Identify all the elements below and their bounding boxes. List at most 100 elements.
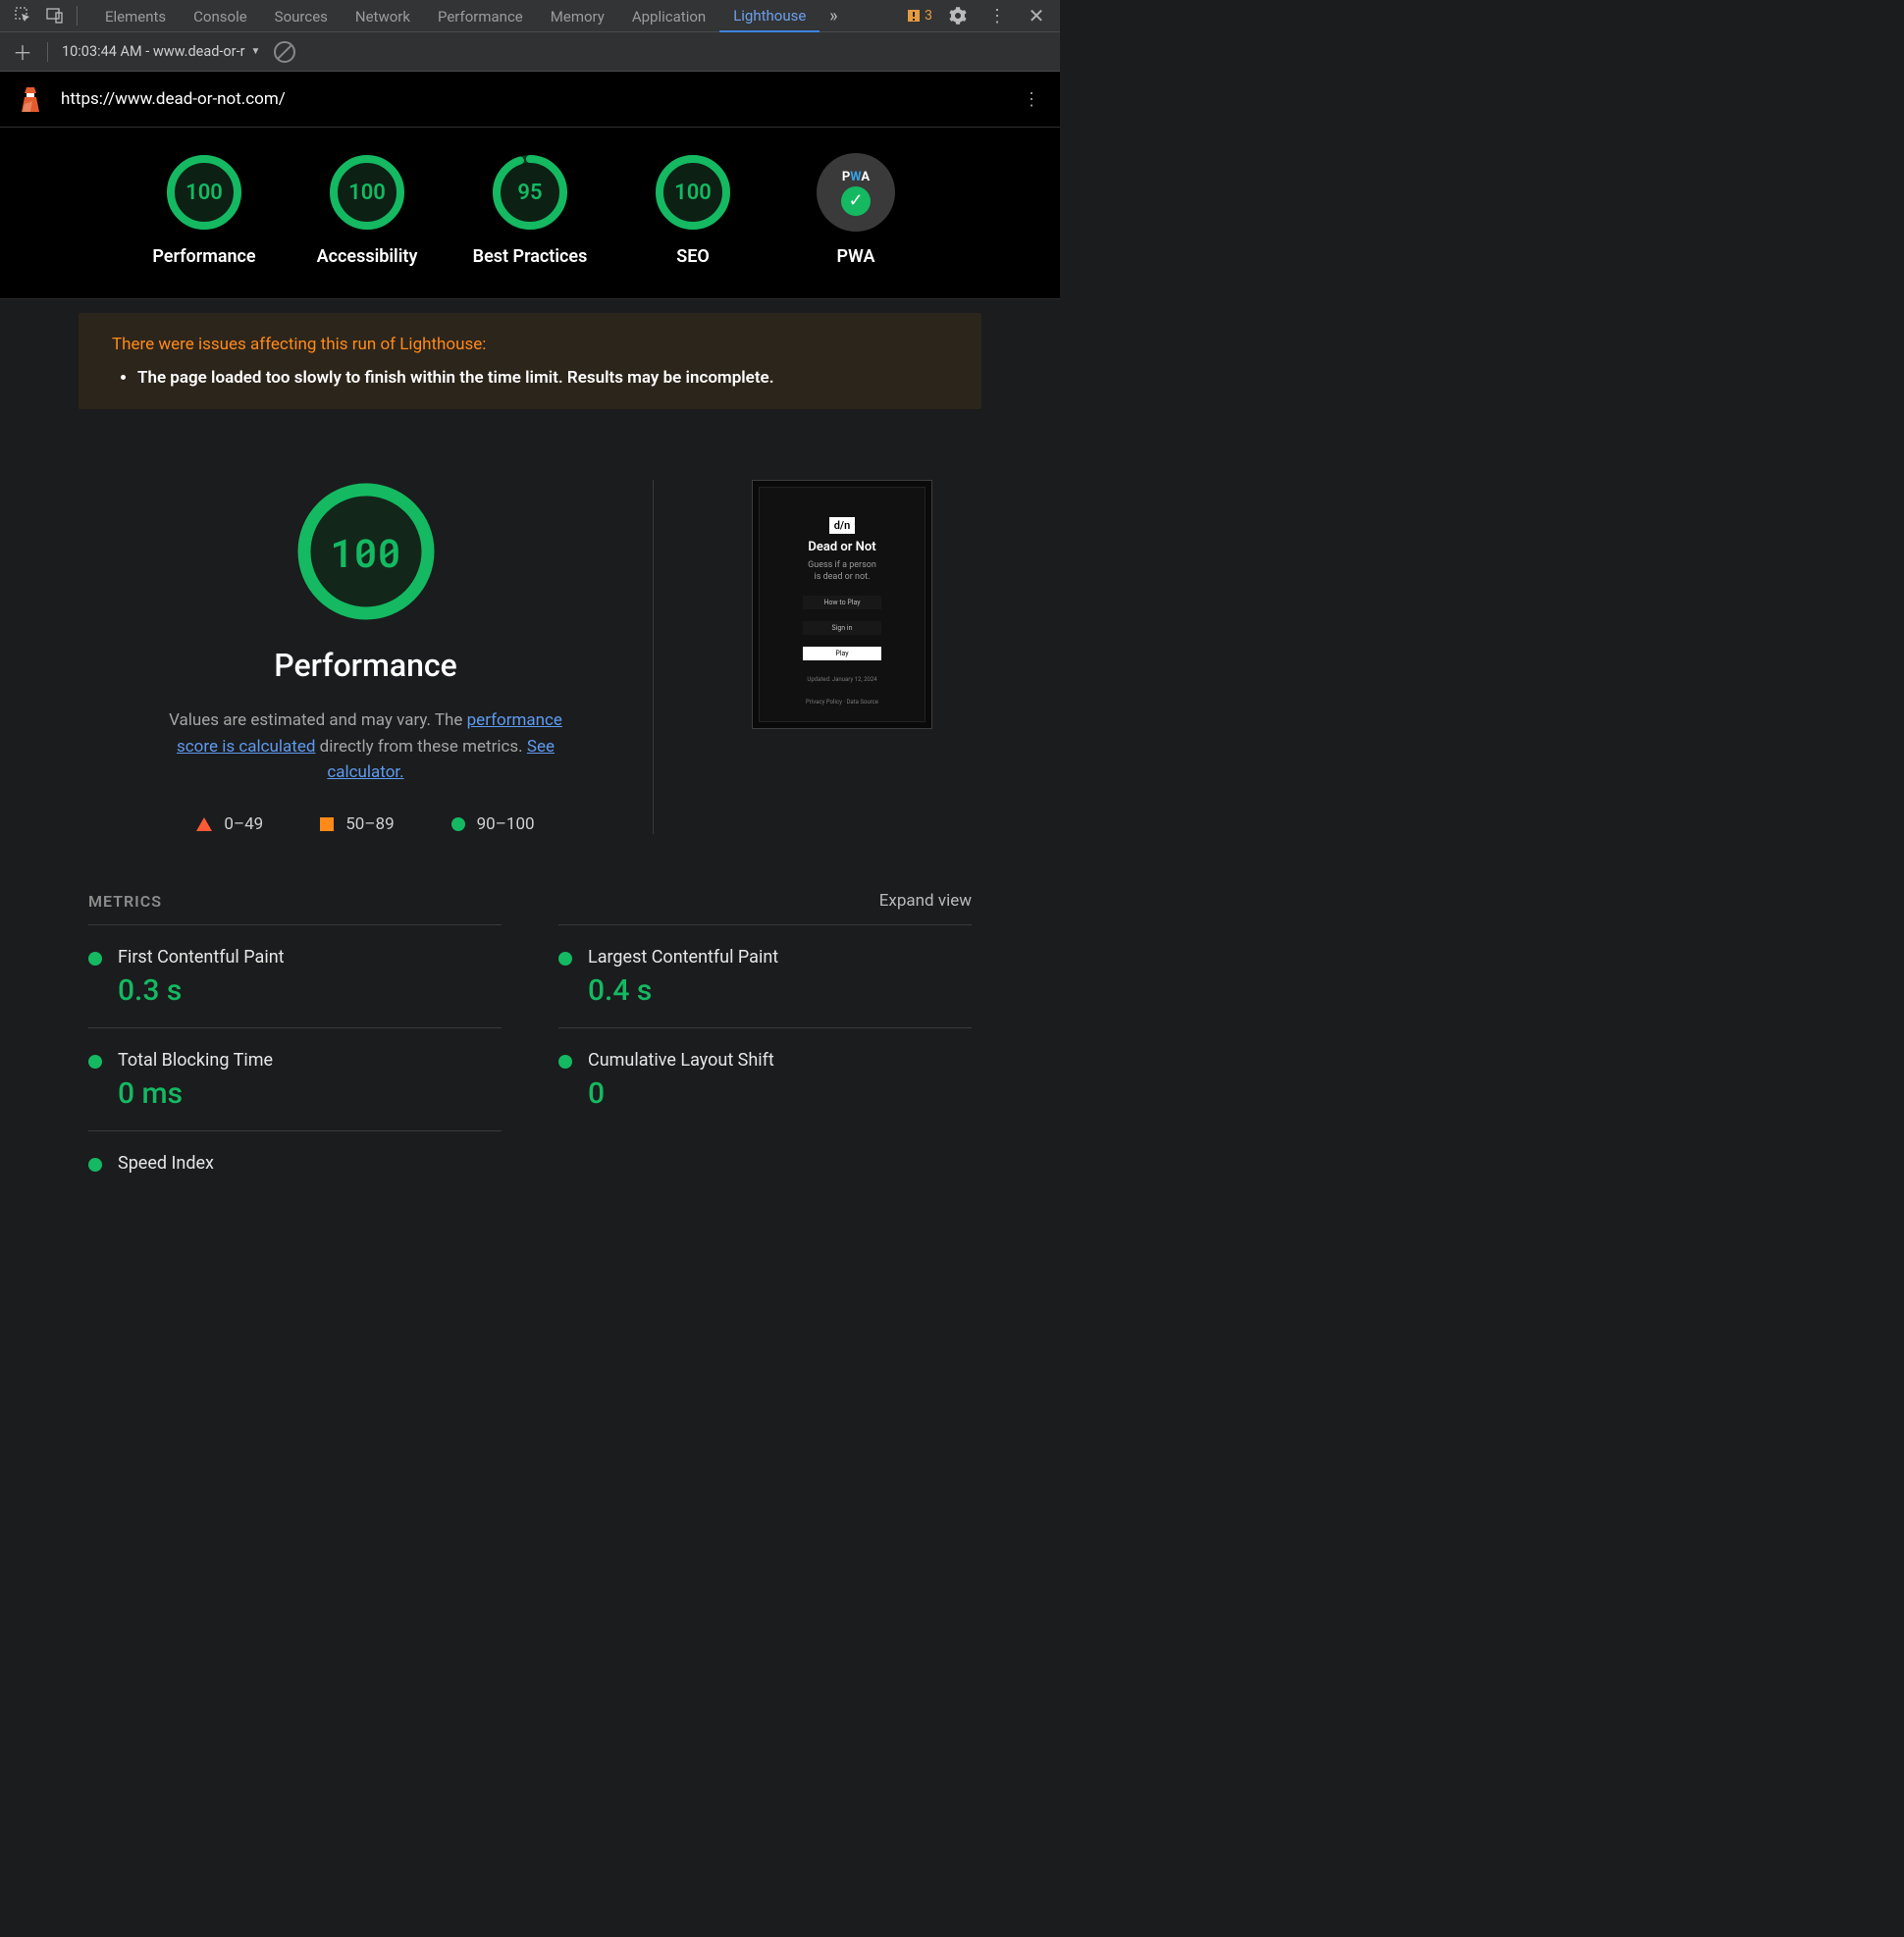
- expand-view-link[interactable]: Expand view: [879, 891, 972, 911]
- tab-lighthouse[interactable]: Lighthouse: [719, 0, 820, 32]
- devtools-tabs: Elements Console Sources Network Perform…: [91, 0, 903, 32]
- legend-label: 50–89: [345, 814, 394, 834]
- gauge-performance[interactable]: 100 Performance: [145, 153, 263, 269]
- close-icon[interactable]: ✕: [1023, 2, 1050, 29]
- tab-network[interactable]: Network: [342, 1, 424, 31]
- desc-text: directly from these metrics.: [315, 737, 526, 757]
- metric-lcp[interactable]: Largest Contentful Paint0.4 s: [558, 924, 972, 1027]
- report-menu-icon[interactable]: ⋮: [1023, 89, 1042, 110]
- tab-console[interactable]: Console: [180, 1, 261, 31]
- kebab-icon[interactable]: ⋮: [983, 2, 1011, 29]
- performance-summary: 100 Performance Values are estimated and…: [88, 480, 654, 834]
- metric-tbt[interactable]: Total Blocking Time 0 ms: [88, 1027, 502, 1130]
- warnings-count: 3: [925, 8, 932, 24]
- status-dot-icon: [88, 1055, 102, 1069]
- status-dot-icon: [558, 952, 572, 966]
- report-url: https://www.dead-or-not.com/: [61, 89, 286, 109]
- check-icon: ✓: [841, 186, 871, 216]
- thumb-title: Dead or Not: [808, 540, 875, 554]
- warning-item: The page loaded too slowly to finish wit…: [137, 368, 948, 388]
- warning-title: There were issues affecting this run of …: [112, 335, 948, 354]
- inspect-icon[interactable]: [10, 2, 37, 29]
- metric-name: Cumulative Layout Shift: [588, 1050, 774, 1071]
- page-screenshot-thumb: d/n Dead or Not Guess if a personis dead…: [752, 480, 932, 729]
- lighthouse-subbar: ＋ 10:03:44 AM - www.dead-or-r ▼: [0, 32, 1060, 72]
- thumb-btn-signin: Sign in: [803, 621, 881, 635]
- lighthouse-report: 100 Performance 100 Accessibility 95 Bes…: [0, 128, 1060, 298]
- metric-name: Total Blocking Time: [118, 1050, 273, 1071]
- metrics-title: METRICS: [88, 892, 162, 911]
- metric-value: 0.3 s: [118, 973, 285, 1008]
- tab-application[interactable]: Application: [618, 1, 719, 31]
- metric-cls[interactable]: Cumulative Layout Shift 0: [558, 1027, 972, 1130]
- legend-pass: 90–100: [451, 814, 535, 834]
- gauge-score: 95: [491, 153, 569, 232]
- metric-value: 0 ms: [118, 1076, 273, 1111]
- tab-sources[interactable]: Sources: [261, 1, 342, 31]
- legend-average: 50–89: [320, 814, 394, 834]
- gauge-score: 100: [654, 153, 732, 232]
- device-toggle-icon[interactable]: [41, 2, 69, 29]
- clear-run-button[interactable]: [274, 41, 295, 63]
- legend-label: 0–49: [224, 814, 263, 834]
- metric-fcp[interactable]: First Contentful Paint 0.3 s: [88, 924, 502, 1027]
- metric-value: 0: [588, 1076, 774, 1111]
- big-gauge-score: 100: [294, 480, 438, 623]
- gauge-score: 100: [328, 153, 406, 232]
- performance-section: 100 Performance Values are estimated and…: [88, 480, 972, 834]
- metrics-grid: First Contentful Paint 0.3 s Largest Cont…: [88, 924, 972, 1199]
- metric-name: First Contentful Paint: [118, 947, 285, 968]
- topbar-right: 3 ⋮ ✕: [907, 2, 1050, 29]
- gauge-label: Best Practices: [473, 245, 588, 269]
- new-run-button[interactable]: ＋: [12, 37, 33, 66]
- legend-label: 90–100: [477, 814, 535, 834]
- separator: [47, 42, 48, 62]
- score-gauges: 100 Performance 100 Accessibility 95 Bes…: [0, 128, 1060, 298]
- report-urlbar: https://www.dead-or-not.com/ ⋮: [0, 72, 1060, 128]
- run-selector[interactable]: 10:03:44 AM - www.dead-or-r ▼: [62, 43, 260, 60]
- thumb-updated: Updated: January 12, 2024: [807, 676, 876, 683]
- gauge-label: Performance: [152, 245, 255, 269]
- performance-heading: Performance: [274, 647, 456, 684]
- gauge-seo[interactable]: 100 SEO: [634, 153, 752, 269]
- gear-icon[interactable]: [944, 2, 972, 29]
- gauge-score: 100: [165, 153, 243, 232]
- performance-big-gauge: 100: [294, 480, 438, 623]
- more-tabs-icon[interactable]: »: [820, 2, 847, 29]
- separator: [77, 6, 78, 26]
- devtools-tabbar: Elements Console Sources Network Perform…: [0, 0, 1060, 32]
- pwa-badge: PWA ✓: [817, 153, 895, 232]
- tab-elements[interactable]: Elements: [91, 1, 180, 31]
- thumb-subtitle: Guess if a personis dead or not.: [808, 560, 876, 583]
- metric-name: Largest Contentful Paint: [588, 947, 778, 968]
- lighthouse-icon: [18, 84, 43, 114]
- thumb-footer: Privacy Policy · Data Source: [806, 699, 878, 706]
- lighthouse-warnings: There were issues affecting this run of …: [79, 313, 981, 409]
- metrics-header: METRICS Expand view: [88, 891, 972, 911]
- square-icon: [320, 817, 334, 831]
- gauge-best-practices[interactable]: 95 Best Practices: [471, 153, 589, 269]
- desc-text: Values are estimated and may vary. The: [169, 710, 467, 730]
- circle-icon: [451, 817, 465, 831]
- gauge-pwa[interactable]: PWA ✓ PWA: [797, 153, 915, 269]
- tab-performance[interactable]: Performance: [424, 1, 537, 31]
- divider: [0, 298, 1060, 299]
- report-body: There were issues affecting this run of …: [0, 313, 1060, 1238]
- performance-description: Values are estimated and may vary. The p…: [160, 707, 572, 785]
- tab-memory[interactable]: Memory: [537, 1, 618, 31]
- thumb-logo: d/n: [829, 517, 856, 534]
- status-dot-icon: [88, 1158, 102, 1172]
- metric-si[interactable]: Speed Index: [88, 1130, 502, 1199]
- run-selector-label: 10:03:44 AM - www.dead-or-r: [62, 43, 245, 60]
- metric-name: Speed Index: [118, 1153, 214, 1174]
- warnings-badge[interactable]: 3: [907, 8, 932, 24]
- gauge-accessibility[interactable]: 100 Accessibility: [308, 153, 426, 269]
- gauge-label: PWA: [837, 245, 875, 269]
- status-dot-icon: [88, 952, 102, 966]
- score-legend: 0–49 50–89 90–100: [196, 814, 534, 834]
- gauge-label: SEO: [676, 245, 710, 269]
- status-dot-icon: [558, 1055, 572, 1069]
- chevron-down-icon: ▼: [251, 46, 261, 57]
- thumb-btn-play: Play: [803, 647, 881, 660]
- legend-fail: 0–49: [196, 814, 263, 834]
